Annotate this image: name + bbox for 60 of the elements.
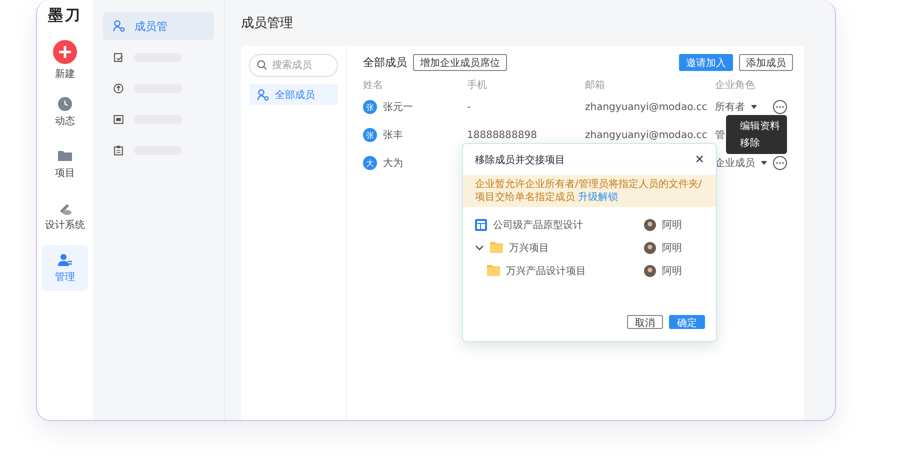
user-icon <box>58 252 72 266</box>
avatar-icon <box>644 218 656 230</box>
member-name: 张丰 <box>383 128 403 142</box>
close-button[interactable]: × <box>695 152 704 167</box>
role-cell-text: 所有者 <box>715 100 745 114</box>
role-cell-text: 管 <box>715 129 725 142</box>
owner-name: 阿明 <box>662 218 683 232</box>
group-item[interactable]: 全部成员 <box>249 84 338 105</box>
window-icon <box>112 114 124 124</box>
app-logo: 墨刀 <box>48 6 82 25</box>
email-cell: zhangyuanyi@modao.cc <box>585 102 708 112</box>
project-name: 万兴项目 <box>509 242 550 254</box>
folder-icon <box>487 265 500 276</box>
chevron-icon[interactable] <box>475 243 484 252</box>
email-cell: zhangyuanyi@modao.cc <box>585 130 708 140</box>
file-icon <box>475 218 487 230</box>
column-header: 邮箱 <box>585 78 606 93</box>
clock-icon <box>58 96 72 110</box>
nav-item[interactable]: 项目 <box>42 141 88 187</box>
menu-item[interactable]: 编辑资料 <box>740 119 787 133</box>
upload-icon <box>112 82 124 94</box>
nav-item[interactable]: 动态 <box>42 89 88 135</box>
avatar-icon <box>644 264 656 276</box>
search-icon <box>257 60 267 70</box>
phone-cell: 18888888898 <box>467 130 537 140</box>
avatar: 大 <box>363 156 377 170</box>
column-header: 企业角色 <box>715 78 756 93</box>
add-member-button[interactable]: 添加成员 <box>739 54 793 71</box>
phone-cell: - <box>467 102 471 112</box>
owner-name: 阿明 <box>662 264 683 278</box>
add-seats-button[interactable]: 增加企业成员席位 <box>413 54 507 71</box>
plus-icon[interactable] <box>52 40 77 64</box>
member-name: 大为 <box>383 156 403 170</box>
create-button[interactable]: 新建 <box>42 37 88 83</box>
nav-item[interactable]: 设计系统 <box>42 193 88 239</box>
section-heading: 全部成员 <box>363 55 407 70</box>
project-name: 万兴产品设计项目 <box>506 264 587 278</box>
page-title: 成员管理 <box>241 15 294 33</box>
avatar: 张 <box>363 128 377 142</box>
avatar-icon <box>644 242 656 254</box>
menu-item[interactable]: 移除 <box>740 136 787 150</box>
column-header: 手机 <box>467 78 488 93</box>
more-button[interactable] <box>773 156 787 170</box>
edit-icon <box>112 52 124 62</box>
folder-icon <box>58 148 72 162</box>
search-field[interactable]: 搜索成员 <box>249 54 338 77</box>
member-name: 张元一 <box>383 100 413 114</box>
users-icon <box>112 20 125 32</box>
clipboard-icon <box>112 144 124 156</box>
avatar: 张 <box>363 100 377 114</box>
dialog-title: 移除成员并交接项目 <box>475 154 565 166</box>
notice-text: 企业暂允许企业所有者/管理员将指定人员的文件夹/项目交给单名指定成员 升级解锁 <box>463 175 716 207</box>
cancel-button[interactable]: 取消 <box>627 315 663 329</box>
more-button[interactable] <box>773 100 787 114</box>
folder-icon <box>490 242 503 253</box>
column-header: 姓名 <box>363 79 384 93</box>
project-name: 公司级产品原型设计 <box>493 218 584 232</box>
owner-name: 阿明 <box>662 242 683 254</box>
users-icon <box>257 88 269 100</box>
nav-item[interactable]: 管理 <box>42 245 88 291</box>
